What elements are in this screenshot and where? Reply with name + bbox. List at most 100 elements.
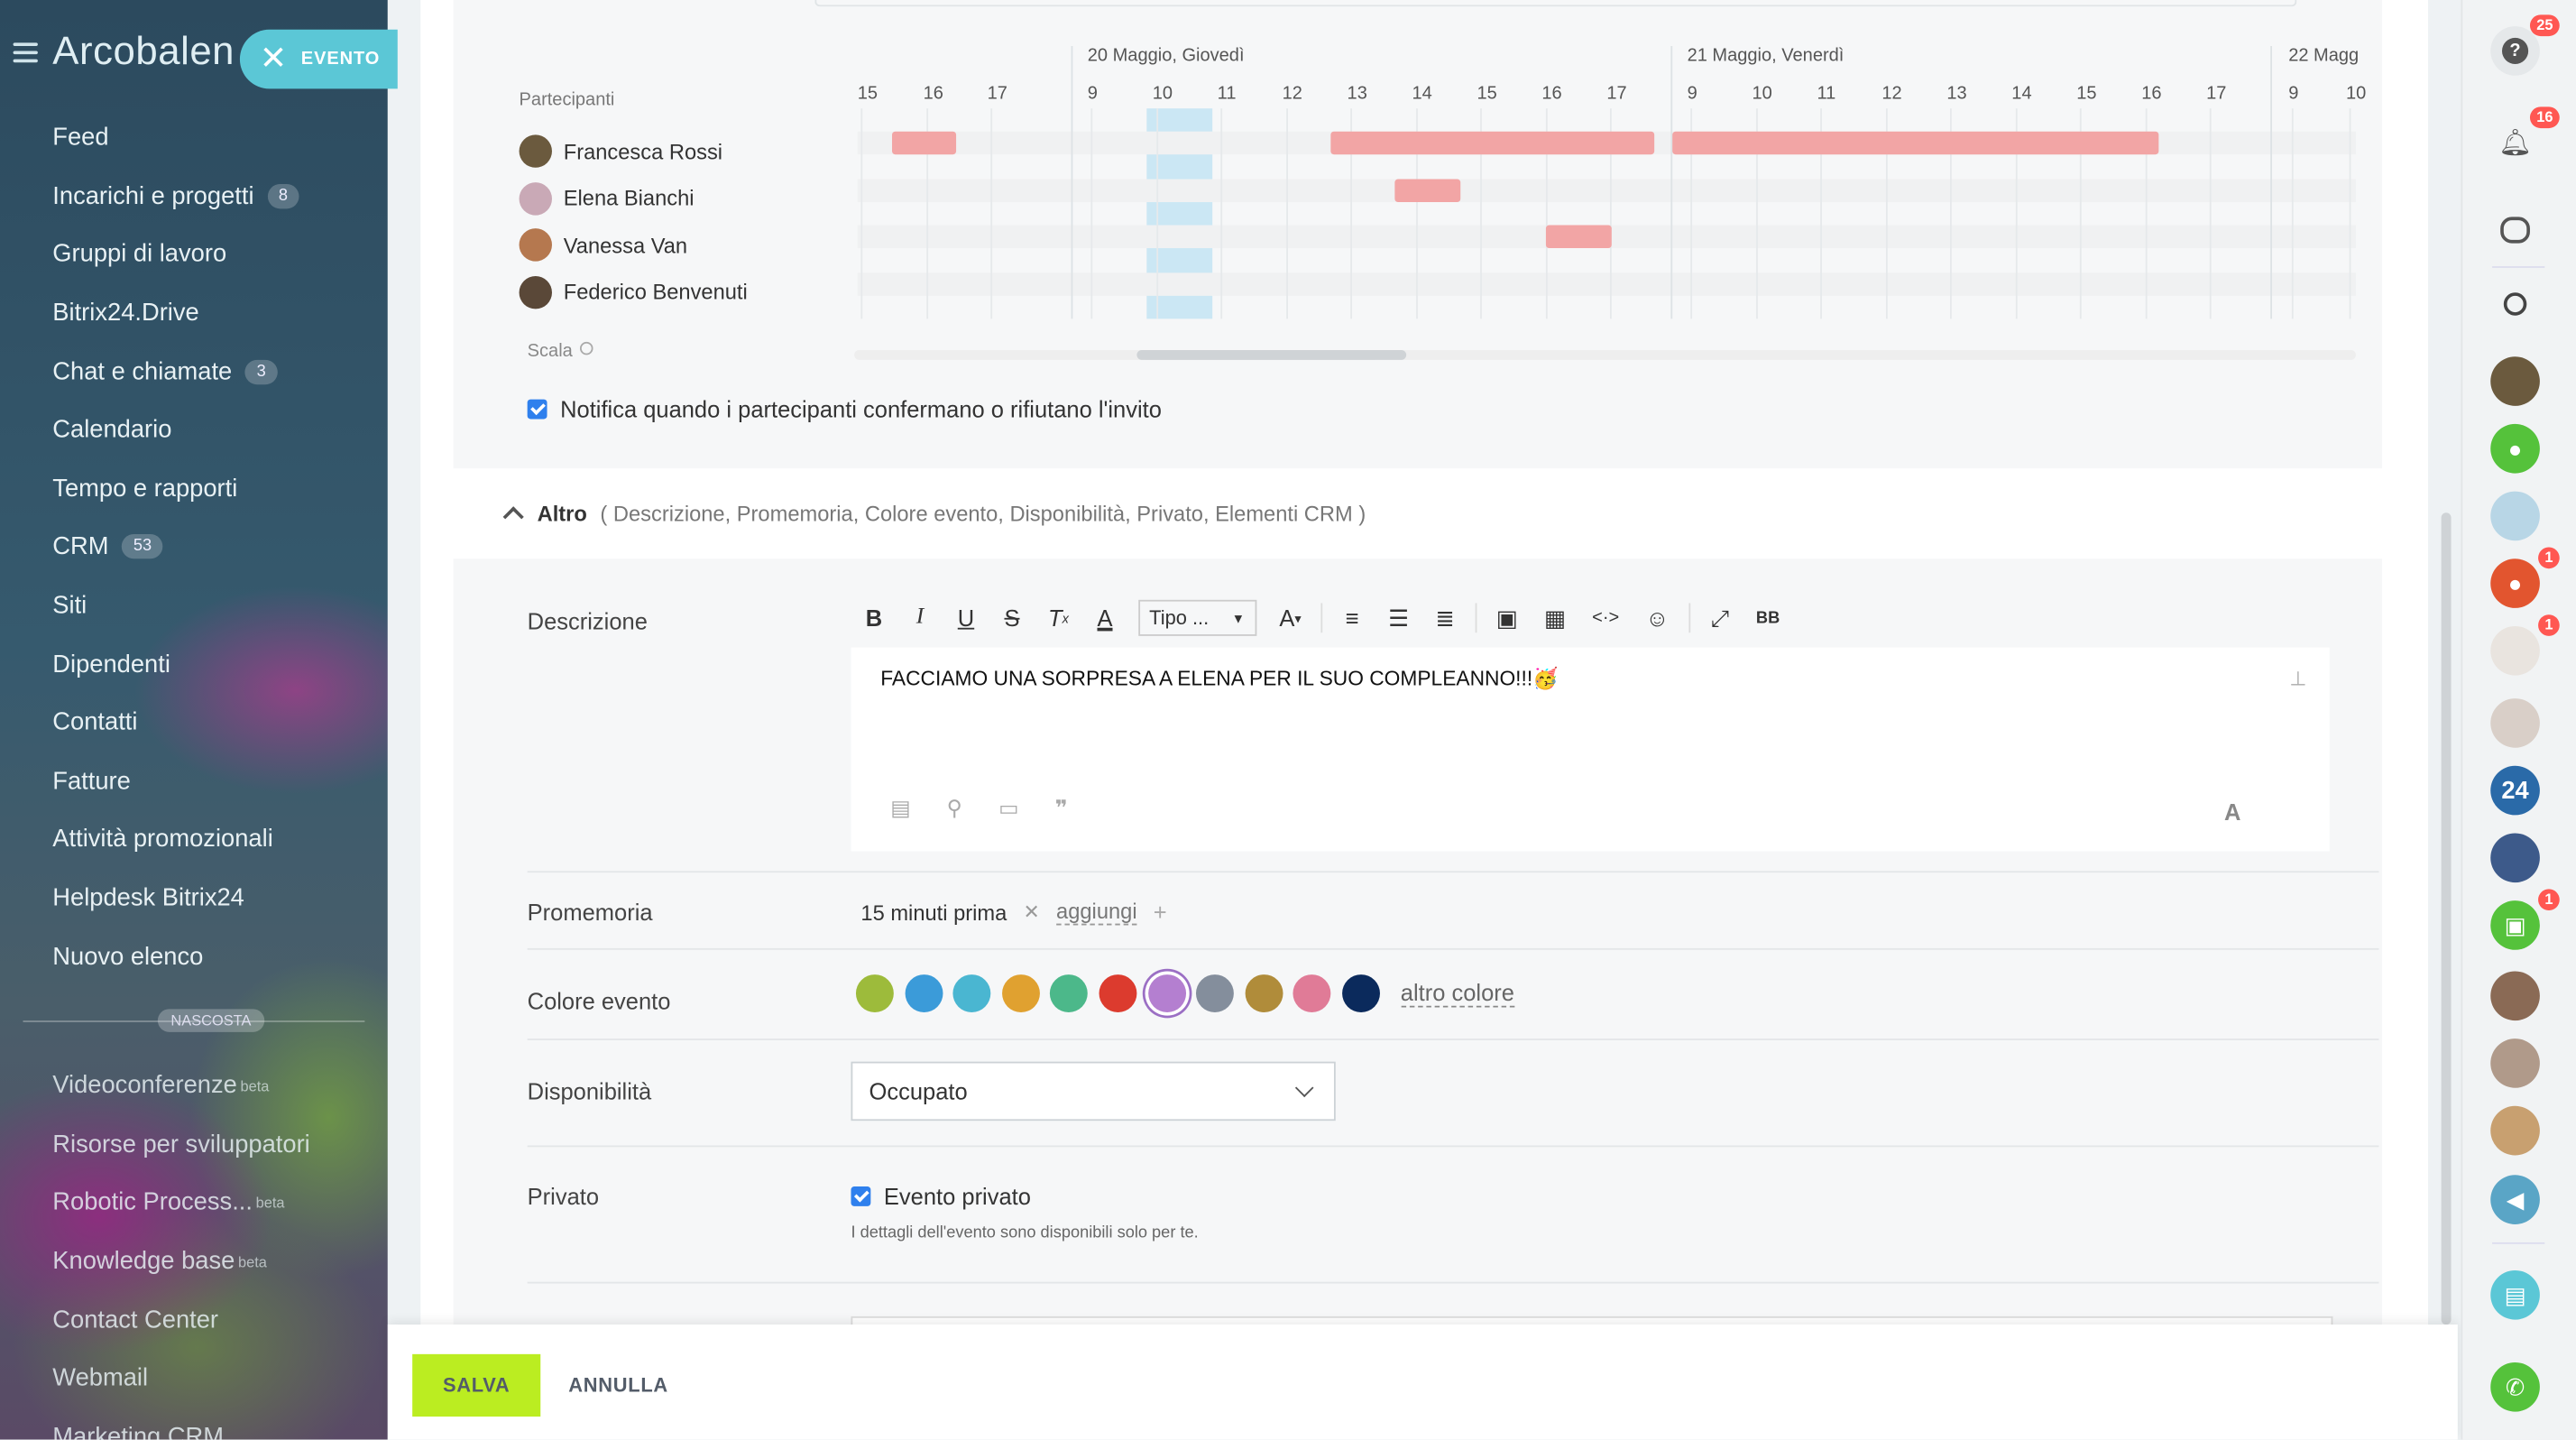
color-swatch[interactable] [1050, 974, 1089, 1012]
bold-button[interactable]: B [864, 605, 884, 631]
sidebar-item[interactable]: Dipendenti [0, 635, 388, 694]
save-button[interactable]: SALVA [412, 1353, 541, 1417]
close-event-button[interactable]: ✕ EVENTO [239, 29, 398, 89]
code-icon[interactable]: <·> [1592, 608, 1619, 628]
underline-button[interactable]: U [956, 605, 976, 631]
group-avatar[interactable]: 1 [2490, 614, 2560, 676]
fullscreen-icon[interactable]: ⤢ [1710, 604, 1730, 632]
lock-icon[interactable]: ▣ 1 [2490, 889, 2560, 950]
bullet-list-icon[interactable]: ☰ [1388, 604, 1409, 632]
notify-option[interactable]: Notifica quando i partecipanti conferman… [527, 396, 1162, 422]
reminder-value[interactable]: 15 minuti prima [860, 900, 1007, 924]
contact-avatar[interactable] [2490, 971, 2540, 1021]
add-reminder-link[interactable]: aggiungi [1056, 899, 1137, 926]
bbcode-icon[interactable]: BB [1756, 609, 1780, 627]
chat-button[interactable] [2490, 206, 2540, 255]
private-checkbox[interactable] [851, 1186, 871, 1206]
align-icon[interactable]: ≣ [1435, 604, 1455, 632]
phone-book-icon[interactable]: ▤ [2490, 1269, 2540, 1320]
font-type-select[interactable]: Tipo ... ▼ [1137, 599, 1256, 636]
sidebar-hidden-item[interactable]: Marketing CRM [0, 1408, 388, 1439]
color-swatch[interactable] [1245, 974, 1283, 1012]
megaphone-icon[interactable]: ◀ [2490, 1175, 2540, 1224]
emoji-icon[interactable]: ☺ [1645, 605, 1669, 631]
color-swatch[interactable] [1001, 974, 1040, 1012]
planner-grid[interactable]: 15 16 17 9 10 11 12 13 14 15 16 17 9 10 11 12 13 14 15 16 17… [857, 45, 2366, 319]
remove-reminder-icon[interactable]: ✕ [1024, 900, 1040, 923]
sidebar-item[interactable]: Bitrix24.Drive [0, 284, 388, 343]
vertical-scrollbar[interactable] [2441, 512, 2452, 1325]
notifications-button[interactable]: 🔔︎ 16 [2490, 106, 2560, 168]
color-swatch[interactable] [952, 974, 991, 1012]
group-avatar[interactable] [2490, 833, 2540, 883]
description-text[interactable]: FACCIAMO UNA SORPRESA A ELENA PER IL SUO… [880, 667, 1558, 691]
sidebar-hidden-item[interactable]: Knowledge base beta [0, 1232, 388, 1291]
menu-icon[interactable] [13, 42, 38, 63]
description-editor[interactable]: B I U S Tx A Tipo ... ▼ A ▾ ≡ ☰ ≣ ▣ ▦ <·> [851, 588, 2330, 852]
sidebar-item[interactable]: Fatture [0, 752, 388, 810]
user-icon[interactable]: ● 1 [2490, 547, 2560, 608]
planner-horizontal-scrollbar[interactable] [854, 349, 2356, 360]
plus-icon[interactable]: + [1154, 899, 1167, 925]
font-color-button[interactable]: A [1095, 605, 1115, 631]
link-icon[interactable]: ⚲ [947, 796, 962, 822]
sidebar-item[interactable]: Contatti [0, 694, 388, 752]
clear-format-button[interactable]: Tx [1048, 605, 1069, 631]
participant-row[interactable]: Federico Benvenuti [519, 269, 748, 316]
sidebar-item[interactable]: Gruppi di lavoro [0, 226, 388, 284]
participant-row[interactable]: Francesca Rossi [519, 128, 748, 175]
altro-toggle[interactable]: Altro ( Descrizione, Promemoria, Colore … [500, 502, 1366, 528]
color-swatch[interactable] [855, 974, 894, 1012]
user-icon[interactable]: ● [2490, 423, 2540, 474]
participant-row[interactable]: Elena Bianchi [519, 175, 748, 222]
sidebar-item[interactable]: Incarichi e progetti 8 [0, 167, 388, 226]
color-swatch[interactable] [904, 974, 943, 1012]
sidebar-item[interactable]: Nuovo elenco [0, 928, 388, 986]
text-format-icon[interactable]: A [2224, 798, 2240, 825]
participant-row[interactable]: Vanessa Van [519, 222, 748, 269]
other-color-link[interactable]: altro colore [1400, 980, 1514, 1008]
sidebar-item[interactable]: Helpdesk Bitrix24 [0, 869, 388, 928]
ordered-list-icon[interactable]: ≡ [1342, 605, 1362, 631]
sidebar-item[interactable]: Siti [0, 577, 388, 635]
scale-control[interactable]: Scala [528, 341, 593, 362]
sidebar-hidden-item[interactable]: Robotic Process... beta [0, 1174, 388, 1232]
sidebar-hidden-item[interactable]: Risorse per sviluppatori [0, 1115, 388, 1174]
table-icon[interactable]: ▦ [1544, 604, 1566, 632]
group-avatar[interactable] [2490, 491, 2540, 541]
color-swatch[interactable] [1196, 974, 1235, 1012]
cancel-button[interactable]: ANNULLA [568, 1374, 668, 1397]
help-button[interactable]: ? 25 [2490, 14, 2560, 76]
contact-avatar[interactable] [2490, 1105, 2540, 1156]
color-swatch[interactable] [1099, 974, 1137, 1012]
sidebar-item[interactable]: CRM 53 [0, 518, 388, 577]
hidden-separator[interactable]: NASCOSTA [23, 1006, 365, 1038]
search-button[interactable] [2490, 280, 2540, 329]
file-icon[interactable]: ▤ [890, 796, 910, 822]
pin-icon[interactable]: ⊥ [2289, 667, 2306, 689]
sidebar-item[interactable]: Chat e chiamate 3 [0, 343, 388, 402]
image-icon[interactable]: ▣ [1496, 604, 1518, 632]
private-option[interactable]: Evento privato [851, 1183, 1031, 1210]
strike-button[interactable]: S [1002, 605, 1022, 631]
sidebar-hidden-item[interactable]: Contact Center [0, 1290, 388, 1349]
sidebar-hidden-item[interactable]: Videoconferenze beta [0, 1057, 388, 1115]
altro-links[interactable]: ( Descrizione, Promemoria, Colore evento… [600, 502, 1366, 526]
availability-select[interactable]: Occupato [851, 1061, 1336, 1122]
sidebar-item[interactable]: Calendario [0, 401, 388, 459]
sidebar-item[interactable]: Attività promozionali [0, 810, 388, 869]
sidebar-item[interactable]: Feed [0, 108, 388, 167]
color-swatch[interactable] [1293, 974, 1331, 1012]
color-swatch[interactable] [1341, 974, 1380, 1012]
contact-avatar[interactable] [2490, 1038, 2540, 1088]
contact-avatar[interactable] [2490, 698, 2540, 748]
portal-logo[interactable]: Arcobalen [52, 30, 235, 76]
editor-body[interactable]: ⊥ FACCIAMO UNA SORPRESA A ELENA PER IL S… [851, 647, 2330, 852]
quote-icon[interactable]: ❞ [1055, 796, 1068, 822]
font-size-button[interactable]: A ▾ [1279, 605, 1301, 631]
sidebar-item[interactable]: Tempo e rapporti [0, 459, 388, 518]
italic-button[interactable]: I [910, 605, 930, 631]
color-swatch[interactable] [1147, 974, 1186, 1012]
gear-icon[interactable] [579, 341, 593, 355]
phone-icon[interactable]: ✆ [2490, 1362, 2540, 1412]
